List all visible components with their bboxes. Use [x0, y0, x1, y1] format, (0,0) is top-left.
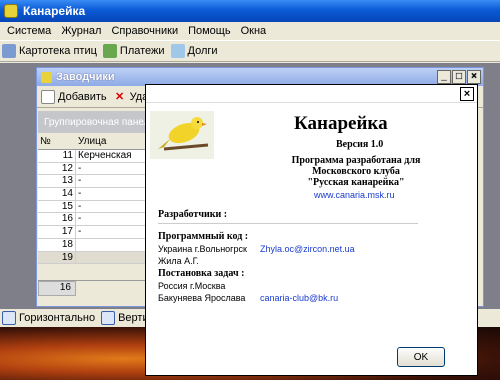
row-number: 11	[38, 150, 76, 162]
tasks-email-link[interactable]: canaria-club@bk.ru	[260, 293, 338, 303]
menu-system[interactable]: Система	[2, 25, 56, 37]
separator	[158, 223, 418, 224]
add-button[interactable]: Добавить	[41, 89, 107, 104]
about-description: Программа разработана для Московского кл…	[256, 155, 456, 188]
payments-icon	[102, 44, 117, 58]
payments-label: Платежи	[119, 45, 165, 57]
table-row[interactable]: 12-	[38, 162, 158, 176]
table-row[interactable]: 13-	[38, 175, 158, 189]
tasks-heading: Постановка задач :	[158, 268, 245, 279]
close-window-button[interactable]: ×	[467, 70, 481, 84]
tile-horizontal-icon	[2, 311, 16, 325]
tile-horizontal-label: Горизонтально	[19, 312, 96, 324]
footer-count: 16	[38, 281, 76, 296]
row-number: 19	[38, 251, 76, 264]
about-desc-line1: Программа разработана для	[291, 155, 421, 166]
grid-header: № Улица	[38, 136, 158, 150]
about-version: Версия 1.0	[336, 139, 384, 150]
row-number: 15	[38, 200, 76, 213]
cards-label: Картотека птиц	[19, 45, 97, 57]
window-icon	[41, 71, 52, 83]
menu-journal[interactable]: Журнал	[56, 25, 106, 37]
table-row[interactable]: 17-	[38, 226, 158, 239]
row-number: 12	[38, 162, 76, 175]
table-row[interactable]: 18	[38, 238, 158, 252]
close-icon[interactable]: ×	[460, 87, 474, 101]
table-row[interactable]: 14-	[38, 188, 158, 201]
coder-email-link[interactable]: Zhyla.oc@zircon.net.ua	[260, 244, 355, 254]
about-app-name: Канарейка	[294, 113, 388, 134]
code-heading: Программный код :	[158, 231, 249, 242]
tasks-person: Бакуняева Ярослава	[158, 293, 246, 303]
table-row-selected[interactable]: 19	[38, 251, 158, 265]
delete-icon: ✕	[115, 90, 125, 103]
tasks-location: Россия г.Москва	[158, 281, 226, 291]
cards-button[interactable]: Картотека птиц	[2, 44, 97, 58]
row-number: 13	[38, 175, 76, 188]
canary-bird-image	[150, 111, 214, 159]
row-number: 17	[38, 226, 76, 238]
app-titlebar: Канарейка	[0, 0, 500, 22]
debts-icon	[170, 44, 185, 58]
debts-label: Долги	[187, 45, 218, 57]
cards-icon	[2, 44, 16, 58]
app-title: Канарейка	[23, 4, 86, 18]
grid-footer: 16	[38, 280, 158, 296]
tile-horizontal-button[interactable]: Горизонтально	[2, 311, 95, 325]
row-number: 14	[38, 188, 76, 200]
column-number[interactable]: №	[38, 136, 76, 149]
row-number: 18	[38, 238, 76, 251]
ok-button[interactable]: OK	[397, 347, 445, 367]
canary-app-icon	[4, 4, 18, 18]
coder-name: Жила А.Г.	[158, 256, 199, 266]
add-label: Добавить	[58, 90, 107, 103]
menu-bar: Система Журнал Справочники Помощь Окна	[0, 22, 500, 40]
maximize-button[interactable]: □	[452, 70, 466, 84]
table-row[interactable]: 11 Керченская	[38, 150, 158, 163]
table-row[interactable]: 15-	[38, 200, 158, 214]
minimize-button[interactable]: _	[437, 70, 451, 84]
row-number: 16	[38, 213, 76, 226]
about-dialog: × Канарейка Версия 1.0 Программа разрабо…	[145, 84, 478, 376]
menu-help[interactable]: Помощь	[183, 25, 236, 37]
debts-button[interactable]: Долги	[170, 44, 218, 58]
main-toolbar: Картотека птиц Платежи Долги	[0, 40, 500, 62]
table-row[interactable]: 16-	[38, 213, 158, 227]
coder-location: Украина г.Вольногрск	[158, 244, 247, 254]
breeders-title: Заводчики	[56, 71, 115, 83]
about-titlebar: ×	[146, 85, 477, 103]
tile-vertical-icon	[101, 311, 116, 325]
about-desc-line2: Московского клуба	[312, 166, 400, 177]
payments-button[interactable]: Платежи	[102, 44, 165, 58]
add-icon	[41, 89, 55, 104]
menu-windows[interactable]: Окна	[236, 25, 272, 37]
about-desc-line3: "Русская канарейка"	[307, 177, 405, 188]
about-website-link[interactable]: www.canaria.msk.ru	[314, 190, 395, 200]
menu-references[interactable]: Справочники	[106, 25, 183, 37]
developers-heading: Разработчики :	[158, 209, 228, 220]
breeders-grid: № Улица 11 Керченская 12- 13- 14- 15- 16-…	[38, 136, 158, 265]
